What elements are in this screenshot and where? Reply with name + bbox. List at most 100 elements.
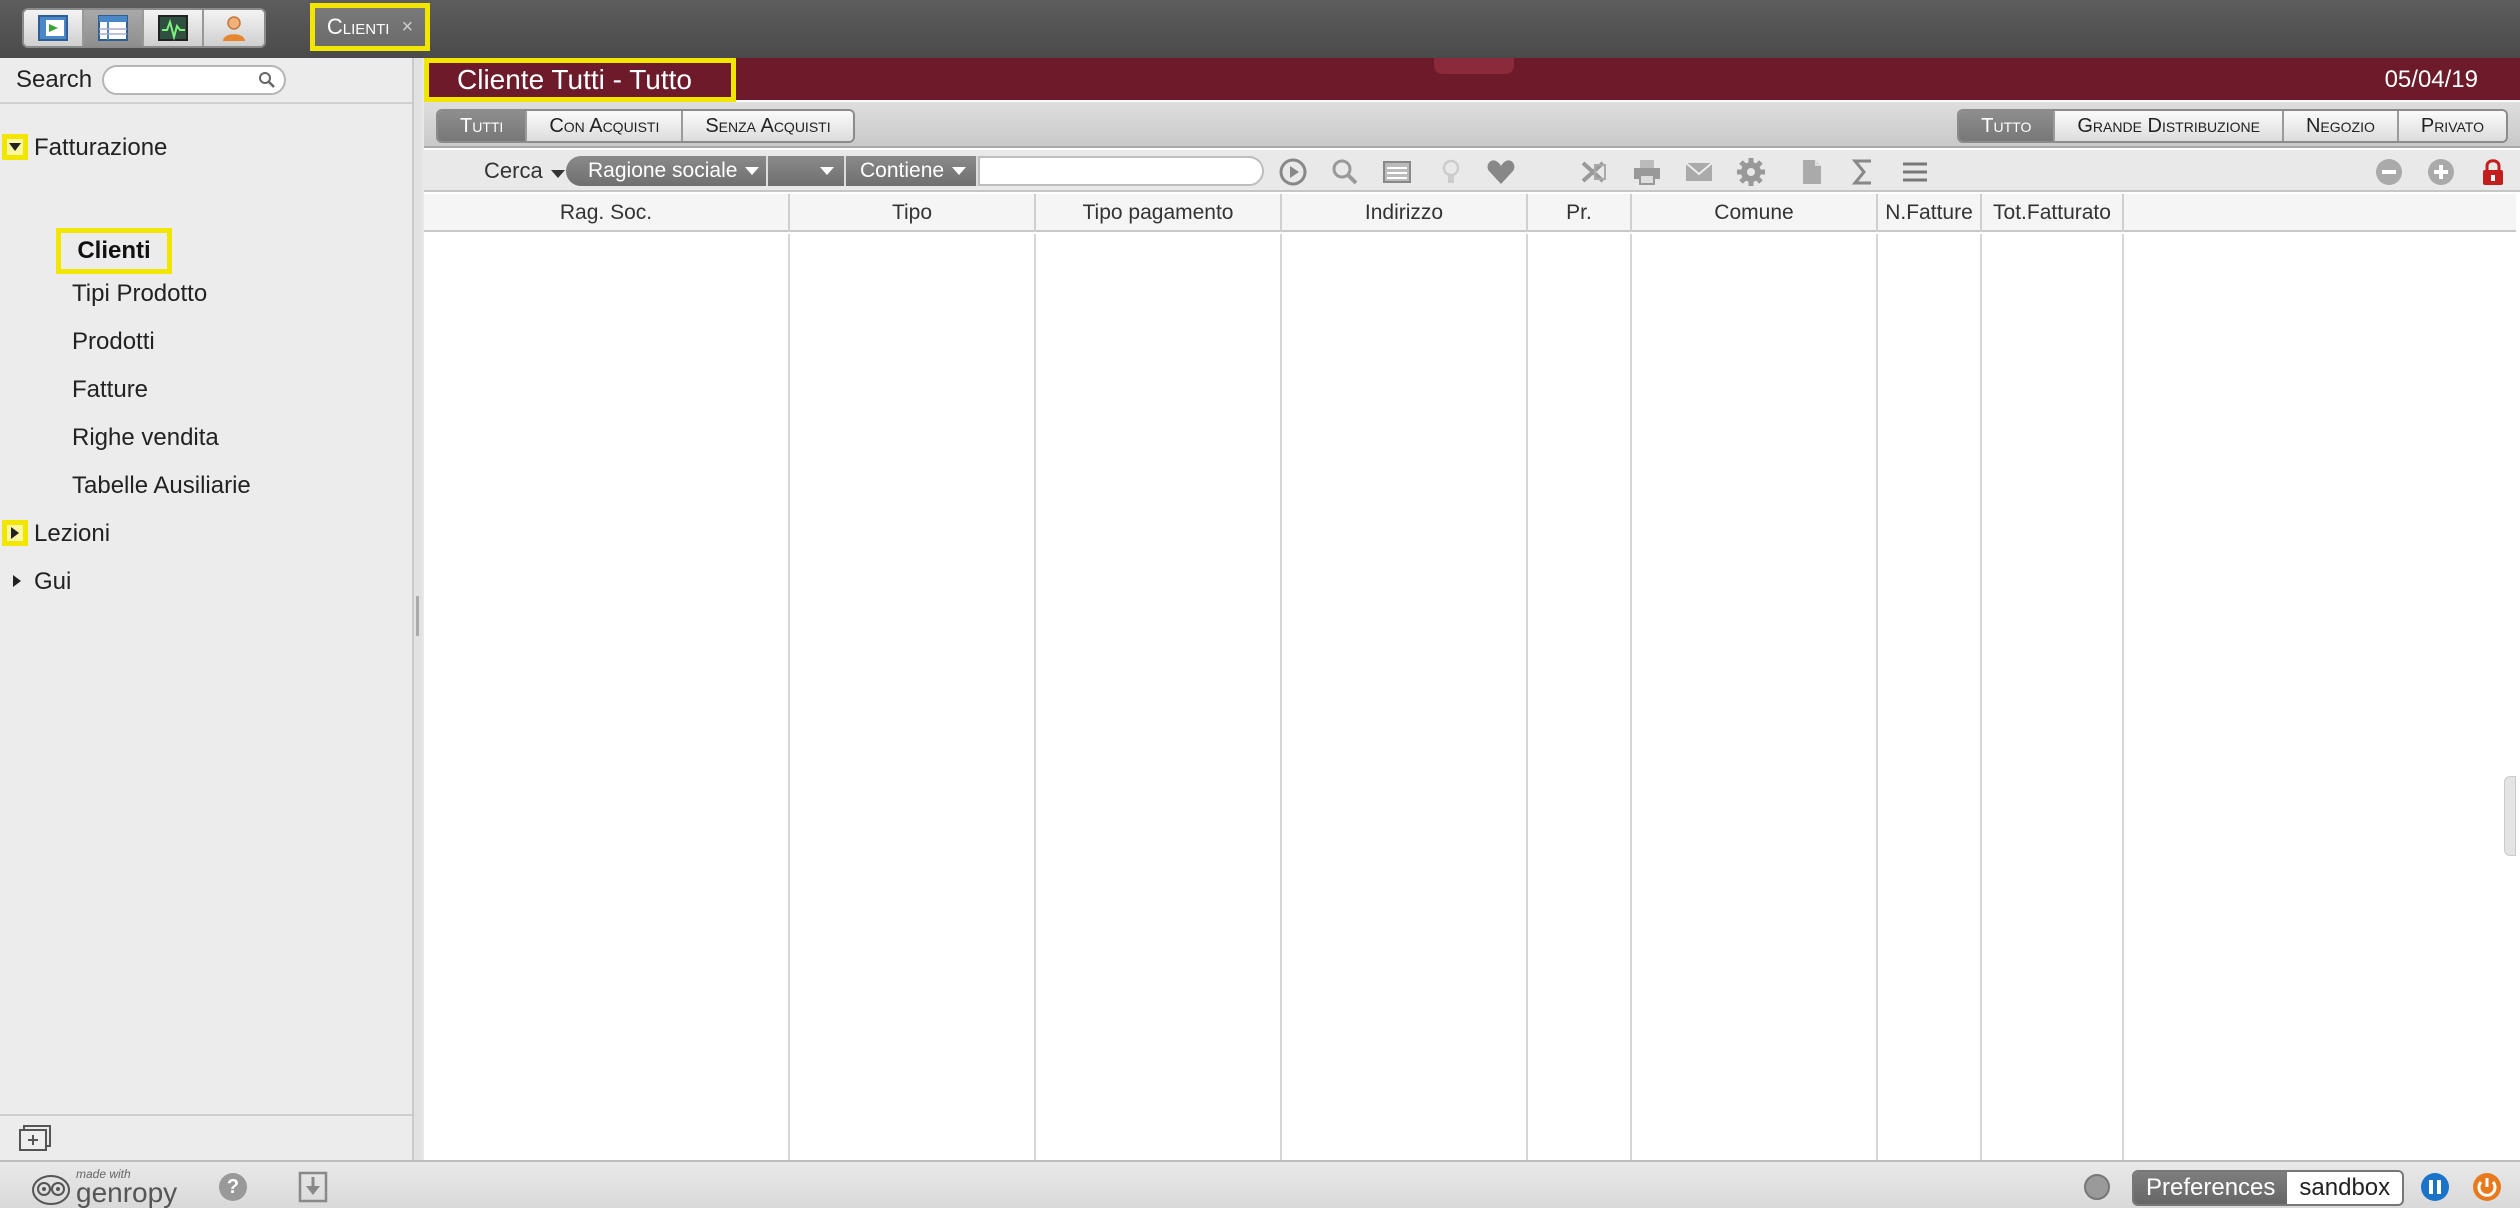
title-handle[interactable] [1434, 58, 1514, 74]
purchase-filter-tabs: Tutti Con Acquisti Senza Acquisti [436, 109, 855, 143]
field-select[interactable]: Ragione sociale [566, 156, 768, 186]
tab-clienti[interactable]: Clienti × [310, 3, 430, 51]
add-record-button[interactable] [2424, 156, 2458, 188]
search-button[interactable] [1328, 156, 1362, 188]
search-box [102, 65, 287, 95]
chevron-down-icon [745, 167, 760, 175]
page-date: 05/04/19 [2384, 66, 2478, 93]
column-header-n-fatture[interactable]: N.Fatture [1878, 194, 1982, 232]
table-view-button[interactable] [84, 10, 144, 46]
column-header-indirizzo[interactable]: Indirizzo [1282, 194, 1528, 232]
tab-grande-distribuzione[interactable]: Grande Distribuzione [2055, 111, 2284, 141]
field-select-value: Ragione sociale [588, 159, 738, 182]
sidebar-splitter[interactable] [414, 58, 422, 1160]
tree-item-prodotti[interactable]: Prodotti [72, 328, 155, 356]
page-title: Cliente Tutti - Tutto [424, 58, 736, 102]
hamburger-icon [1903, 162, 1927, 182]
svg-text:?: ? [227, 1176, 239, 1198]
download-button[interactable] [296, 1170, 330, 1204]
open-page-icon [38, 15, 68, 41]
chevron-down-icon [550, 170, 565, 178]
filter-tabs-row: Tutti Con Acquisti Senza Acquisti Tutto … [424, 102, 2520, 148]
view-list-button[interactable] [1380, 156, 1414, 188]
clients-grid: Rag. Soc. Tipo Tipo pagamento Indirizzo … [424, 194, 2516, 1160]
tree-item-tabelle-ausiliarie[interactable]: Tabelle Ausiliarie [72, 472, 251, 500]
preferences-button[interactable]: Preferences [2134, 1172, 2288, 1204]
tab-senza-acquisti[interactable]: Senza Acquisti [683, 111, 853, 141]
play-icon [1279, 158, 1307, 186]
triangle-down-icon [9, 143, 21, 151]
tab-privato[interactable]: Privato [2398, 111, 2506, 141]
tree-item-righe-vendita[interactable]: Righe vendita [72, 424, 219, 452]
list-view-icon [1383, 161, 1411, 183]
tree-item-clienti[interactable]: Clienti [56, 228, 172, 274]
search-label: Search [16, 66, 93, 93]
column-header-rag-soc[interactable]: Rag. Soc. [424, 194, 790, 232]
favorites-button[interactable] [1484, 156, 1518, 188]
open-page-button[interactable] [24, 10, 84, 46]
condition-select[interactable]: Contiene [846, 156, 978, 186]
user-button[interactable] [204, 10, 264, 46]
totals-button[interactable] [1846, 156, 1880, 188]
app-switcher [22, 8, 266, 48]
pause-button[interactable] [2418, 1170, 2452, 1204]
document-button[interactable] [1794, 156, 1828, 188]
grid-column [1528, 234, 1632, 1160]
genropy-logo[interactable]: made with genropy [30, 1168, 177, 1207]
menu-button[interactable] [1898, 156, 1932, 188]
tree-item-gui[interactable]: Gui [34, 568, 71, 596]
gear-icon [1737, 158, 1765, 186]
logout-button[interactable] [2470, 1170, 2504, 1204]
title-bar: Cliente Tutti - Tutto 05/04/19 [424, 58, 2520, 102]
triangle-right-icon [13, 575, 21, 587]
tree-item-tipi-prodotto[interactable]: Tipi Prodotto [72, 280, 207, 308]
lightbulb-icon [1442, 159, 1460, 183]
column-header-comune[interactable]: Comune [1632, 194, 1878, 232]
tab-tutto[interactable]: Tutto [1959, 111, 2056, 141]
help-icon: ? [219, 1173, 247, 1201]
search-icon[interactable] [258, 71, 276, 89]
tab-tutti[interactable]: Tutti [438, 111, 528, 141]
export-excel-button[interactable] [1576, 156, 1610, 188]
chevron-down-icon [952, 167, 967, 175]
column-header-tipo[interactable]: Tipo [790, 194, 1036, 232]
print-button[interactable] [1630, 156, 1664, 188]
printer-icon [1634, 160, 1660, 185]
column-header-pr[interactable]: Pr. [1528, 194, 1632, 232]
search-input[interactable] [114, 67, 265, 93]
query-value-input[interactable] [988, 158, 1248, 184]
lock-button[interactable] [2476, 156, 2510, 188]
run-query-button[interactable] [1276, 156, 1310, 188]
help-button[interactable]: ? [216, 1170, 250, 1204]
hint-button[interactable] [1434, 156, 1468, 188]
environment-button[interactable]: sandbox [2287, 1172, 2403, 1204]
side-panel-handle[interactable] [2504, 776, 2516, 856]
cerca-menu[interactable]: Cerca [484, 158, 565, 184]
tab-negozio[interactable]: Negozio [2283, 111, 2399, 141]
tree-item-fatture[interactable]: Fatture [72, 376, 148, 404]
expand-lezioni-toggle[interactable] [2, 520, 28, 546]
column-header-tot-fatturato[interactable]: Tot.Fatturato [1982, 194, 2124, 232]
new-window-icon[interactable] [18, 1124, 54, 1152]
power-icon [2473, 1173, 2501, 1201]
expand-gui-toggle[interactable] [4, 568, 30, 594]
brand-name: genropy [76, 1177, 178, 1208]
grid-column [1878, 234, 1982, 1160]
expand-fatturazione-toggle[interactable] [2, 134, 28, 160]
column-header-tipo-pagamento[interactable]: Tipo pagamento [1036, 194, 1282, 232]
settings-button[interactable] [1734, 156, 1768, 188]
sidebar: Search Fatturazione Clienti Tipi Prodott… [0, 58, 414, 1160]
close-icon[interactable]: × [401, 16, 413, 39]
condition-select-value: Contiene [860, 159, 945, 182]
preferences-group: Preferences sandbox [2132, 1170, 2405, 1206]
type-filter-tabs: Tutto Grande Distribuzione Negozio Priva… [1957, 109, 2508, 143]
email-button[interactable] [1682, 156, 1716, 188]
grid-column [1632, 234, 1878, 1160]
tab-con-acquisti[interactable]: Con Acquisti [527, 111, 684, 141]
tree-item-lezioni[interactable]: Lezioni [34, 520, 110, 548]
monitor-button[interactable] [144, 10, 204, 46]
delete-record-button[interactable] [2372, 156, 2406, 188]
operator-select[interactable] [768, 156, 846, 186]
search-icon [1332, 159, 1358, 185]
tree-item-fatturazione[interactable]: Fatturazione [34, 134, 167, 162]
